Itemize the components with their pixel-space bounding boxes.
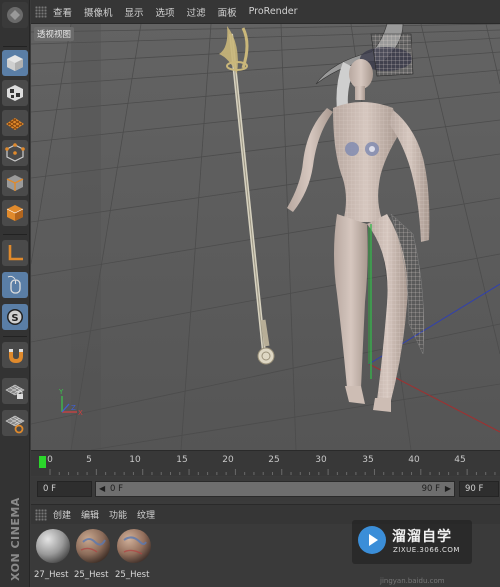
polygons-mode-icon[interactable] — [2, 200, 28, 226]
axis-mode-icon[interactable] — [2, 240, 28, 266]
left-toolbar: S XON CINEMA 4D — [0, 0, 30, 587]
menu-panel[interactable]: 面板 — [218, 5, 237, 19]
timeline-tick: 0 — [47, 455, 53, 465]
texture-grid-icon[interactable] — [2, 110, 28, 136]
svg-text:Z: Z — [71, 404, 76, 412]
menu-camera[interactable]: 摄像机 — [84, 5, 113, 19]
play-logo-icon — [358, 526, 386, 554]
range-start-label: 0 F — [110, 484, 123, 494]
start-frame-field[interactable]: 0 F — [37, 481, 92, 497]
menu-function[interactable]: 功能 — [109, 508, 127, 521]
range-end-label: 90 F — [421, 484, 440, 494]
timeline-tick: 20 — [222, 455, 234, 465]
magnet-icon[interactable] — [2, 342, 28, 368]
brand-label: XON CINEMA 4D — [9, 497, 22, 581]
timeline-tick: 40 — [408, 455, 420, 465]
edges-mode-icon[interactable] — [2, 170, 28, 196]
watermark-title: 溜溜自学 — [392, 529, 452, 545]
menu-view[interactable]: 查看 — [53, 5, 72, 19]
material-name: 27_Hest — [34, 570, 69, 580]
workplane-icon[interactable] — [2, 410, 28, 436]
timeline-tick: 10 — [129, 455, 141, 465]
svg-text:Y: Y — [58, 388, 64, 396]
watermark-url: jingyan.baidu.com — [380, 577, 445, 585]
timeline-ruler[interactable]: 0 5 10 15 20 25 30 35 40 45 — [31, 450, 500, 476]
timeline-tick: 45 — [454, 455, 466, 465]
grid-lock-icon[interactable] — [2, 378, 28, 404]
snap-s-icon[interactable]: S — [2, 304, 28, 330]
watermark-subtitle: ZIXUE.3066.COM — [393, 546, 460, 554]
timeline-tick: 25 — [268, 455, 280, 465]
checker-texture-icon[interactable] — [2, 80, 28, 106]
cube-model-icon[interactable] — [2, 50, 28, 76]
material-sphere-icon — [117, 529, 151, 563]
svg-text:X: X — [78, 409, 83, 417]
timeline-tick: 15 — [176, 455, 188, 465]
material-name: 25_Hest — [74, 570, 109, 580]
material-sphere-icon — [36, 529, 70, 563]
menu-display[interactable]: 显示 — [125, 5, 144, 19]
viewport-label: 透视视图 — [34, 27, 75, 41]
menu-create[interactable]: 创建 — [53, 508, 71, 521]
viewport-menubar: 查看 摄像机 显示 选项 过滤 面板 ProRender — [31, 0, 500, 24]
model-mode-icon[interactable] — [2, 2, 28, 28]
watermark: 溜溜自学 ZIXUE.3066.COM — [352, 520, 472, 564]
timeline-tick: 35 — [362, 455, 374, 465]
menu-options[interactable]: 选项 — [156, 5, 175, 19]
end-frame-field[interactable]: 90 F — [459, 481, 499, 497]
menu-texture[interactable]: 纹理 — [137, 508, 155, 521]
menu-edit[interactable]: 编辑 — [81, 508, 99, 521]
svg-text:S: S — [11, 313, 18, 324]
grip-icon[interactable] — [35, 5, 47, 18]
grip-icon[interactable] — [35, 508, 47, 521]
scene-render: Y Z X — [31, 24, 500, 450]
timeline-tick: 5 — [86, 455, 92, 465]
material-swatch[interactable]: 25_Hest — [115, 528, 153, 580]
timeline-tick: 30 — [315, 455, 327, 465]
material-name: 25_Hest — [115, 570, 150, 580]
range-left-arrow-icon[interactable]: ◀ — [99, 482, 105, 496]
menu-filter[interactable]: 过滤 — [187, 5, 206, 19]
material-swatch[interactable]: 25_Hest — [74, 528, 112, 580]
range-right-arrow-icon[interactable]: ▶ — [445, 482, 451, 496]
material-sphere-icon — [76, 529, 110, 563]
frame-range-slider[interactable]: ◀ 0 F 90 F ▶ — [95, 481, 455, 497]
mouse-tweak-icon[interactable] — [2, 272, 28, 298]
perspective-viewport[interactable]: Y Z X 透视视图 — [31, 24, 500, 450]
material-swatch[interactable]: 27_Hest — [34, 528, 72, 580]
menu-prorender[interactable]: ProRender — [249, 6, 298, 17]
cinema4d-window: S XON CINEMA 4D 查看 摄像机 显示 选项 过滤 面板 ProRe… — [0, 0, 500, 587]
playhead-marker[interactable] — [39, 456, 46, 468]
timeline-marks — [49, 469, 496, 475]
points-mode-icon[interactable] — [2, 140, 28, 166]
frame-controls: 0 F ◀ 0 F 90 F ▶ 90 F — [31, 477, 500, 501]
